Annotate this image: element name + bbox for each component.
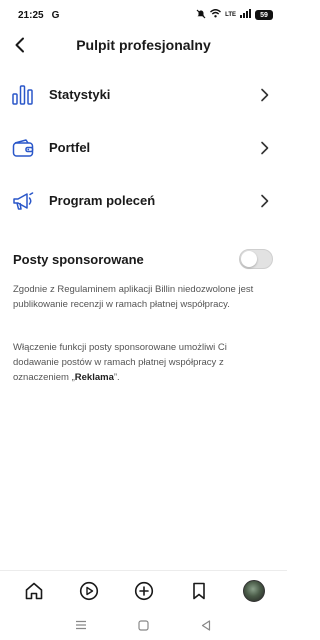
- status-bar: 21:25 G LTE 59: [0, 0, 287, 30]
- square-icon: [138, 619, 149, 631]
- wifi-icon: [210, 9, 222, 21]
- regulations-info-text: Zgodnie z Regulaminem aplikacji Billin n…: [13, 284, 254, 310]
- chevron-right-icon: [257, 88, 271, 102]
- header: Pulpit profesjonalny: [0, 30, 287, 60]
- nav-saved-button[interactable]: [184, 576, 214, 606]
- back-system-button[interactable]: [196, 615, 216, 635]
- menu-item-statistics[interactable]: Statystyki: [0, 68, 287, 121]
- home-system-button[interactable]: [133, 615, 153, 635]
- sponsored-info-prefix: Włączenie funkcji posty sponsorowane umo…: [13, 342, 227, 383]
- lte-label: LTE: [225, 12, 236, 18]
- play-icon: [79, 581, 98, 600]
- menu-item-referral[interactable]: Program poleceń: [0, 174, 287, 227]
- megaphone-icon: [12, 190, 34, 212]
- wallet-icon: [12, 137, 34, 159]
- google-icon: G: [51, 9, 60, 21]
- bottom-navigation: [0, 570, 287, 610]
- avatar: [242, 579, 265, 602]
- bar-chart-icon: [12, 84, 34, 106]
- page-title: Pulpit profesjonalny: [76, 37, 211, 53]
- triangle-back-icon: [201, 619, 210, 631]
- status-left: 21:25 G: [18, 10, 59, 21]
- nav-add-button[interactable]: [129, 576, 159, 606]
- sponsored-posts-row: Posty sponsorowane: [0, 245, 287, 273]
- nav-home-button[interactable]: [19, 576, 49, 606]
- status-time: 21:25: [18, 9, 44, 21]
- recent-apps-button[interactable]: [71, 615, 91, 635]
- nav-video-button[interactable]: [74, 576, 104, 606]
- sponsored-posts-label: Posty sponsorowane: [13, 251, 144, 267]
- add-icon: [134, 581, 153, 600]
- signal-icon: [240, 9, 251, 21]
- menu-item-label: Program poleceń: [49, 193, 156, 208]
- mute-icon: [196, 9, 206, 22]
- chevron-right-icon: [257, 194, 271, 208]
- menu-item-wallet[interactable]: Portfel: [0, 121, 287, 174]
- menu-list: Statystyki Portfel Program poleceń: [0, 68, 287, 227]
- home-icon: [25, 582, 42, 599]
- sponsored-info-suffix: ”.: [113, 372, 120, 383]
- back-button[interactable]: [8, 33, 32, 57]
- menu-item-label: Portfel: [49, 140, 91, 155]
- chevron-right-icon: [257, 141, 271, 155]
- sponsored-info-text: Włączenie funkcji posty sponsorowane umo…: [13, 340, 273, 385]
- system-navigation: [0, 610, 287, 640]
- status-right: LTE 59: [196, 9, 273, 22]
- nav-profile-button[interactable]: [239, 576, 269, 606]
- menu-item-label: Statystyki: [49, 87, 111, 102]
- battery-indicator: 59: [255, 10, 273, 20]
- toggle-knob: [241, 251, 257, 267]
- ad-label-bold: Reklama: [74, 372, 114, 383]
- menu-lines-icon: [76, 620, 87, 630]
- back-arrow-icon: [15, 37, 24, 53]
- sponsored-posts-toggle[interactable]: [239, 249, 273, 269]
- bookmark-icon: [192, 582, 205, 599]
